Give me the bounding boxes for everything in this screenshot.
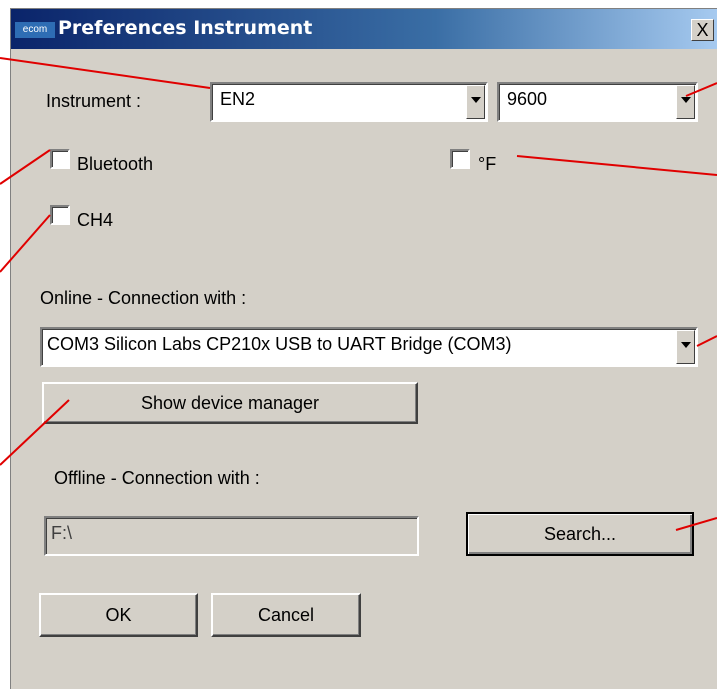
- offline-connection-label: Offline - Connection with :: [54, 468, 260, 488]
- show-device-manager-button[interactable]: Show device manager: [42, 382, 418, 424]
- fahrenheit-checkbox[interactable]: [450, 149, 470, 169]
- ch4-label: CH4: [77, 210, 114, 230]
- bluetooth-checkbox[interactable]: [50, 149, 70, 169]
- chevron-down-icon[interactable]: [676, 85, 695, 119]
- baud-rate-select[interactable]: 9600: [497, 82, 698, 122]
- chevron-down-icon[interactable]: [466, 85, 485, 119]
- offline-path-value: F:\: [51, 523, 72, 543]
- preferences-dialog: ecom Preferences Instrument X Instrument…: [10, 8, 717, 689]
- fahrenheit-label: °F: [478, 154, 497, 174]
- baud-rate-value: 9600: [507, 89, 548, 109]
- instrument-value: EN2: [220, 89, 256, 109]
- online-connection-label: Online - Connection with :: [40, 288, 247, 308]
- instrument-label: Instrument :: [46, 91, 142, 111]
- offline-path-field[interactable]: F:\: [44, 516, 419, 556]
- close-button[interactable]: X: [691, 19, 714, 41]
- bluetooth-label: Bluetooth: [77, 154, 154, 174]
- search-button[interactable]: Search...: [466, 512, 694, 556]
- ok-button[interactable]: OK: [39, 593, 198, 637]
- window-title: Preferences Instrument: [58, 17, 313, 39]
- online-connection-select[interactable]: COM3 Silicon Labs CP210x USB to UART Bri…: [40, 327, 698, 367]
- online-connection-value: COM3 Silicon Labs CP210x USB to UART Bri…: [47, 334, 512, 354]
- ch4-checkbox[interactable]: [50, 205, 70, 225]
- instrument-select[interactable]: EN2: [210, 82, 488, 122]
- chevron-down-icon[interactable]: [676, 330, 695, 364]
- app-logo-icon: ecom: [15, 22, 55, 38]
- cancel-button[interactable]: Cancel: [211, 593, 361, 637]
- title-bar[interactable]: ecom Preferences Instrument X: [11, 9, 717, 49]
